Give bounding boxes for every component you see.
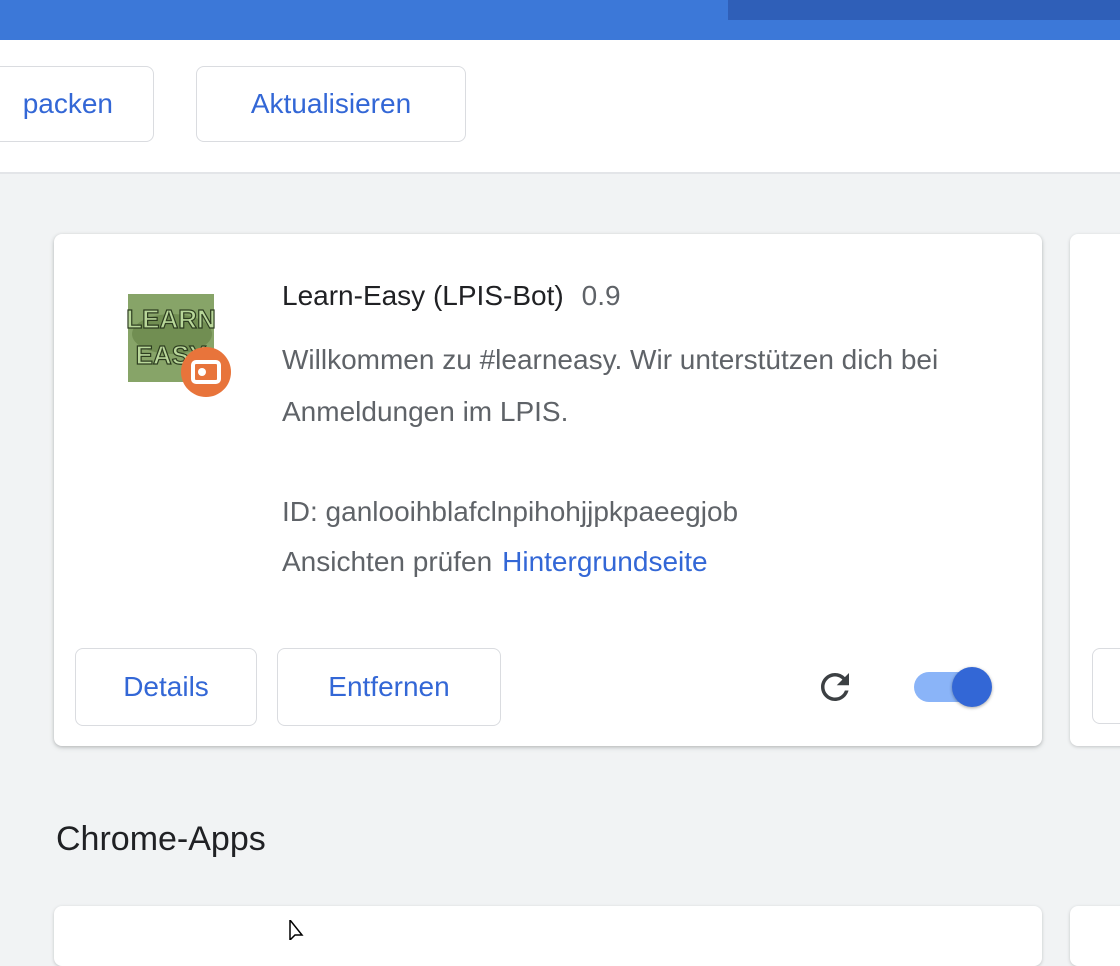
extension-id: ID: ganlooihblafclnpihohjjpkpaeegjob bbox=[282, 496, 739, 527]
extension-name: Learn-Easy (LPIS-Bot) bbox=[282, 280, 564, 311]
mouse-cursor-icon bbox=[289, 920, 304, 940]
developer-toolbar: packen Aktualisieren bbox=[0, 40, 1120, 174]
pack-extension-button[interactable]: packen bbox=[0, 66, 154, 142]
pack-extension-label: packen bbox=[22, 88, 113, 119]
details-button[interactable]: Details bbox=[75, 648, 257, 726]
update-label: Aktualisieren bbox=[250, 88, 412, 119]
update-button[interactable]: Aktualisieren bbox=[196, 66, 466, 142]
logo-text-top: LEARN bbox=[126, 304, 216, 334]
extension-name-row: Learn-Easy (LPIS-Bot) 0.9 bbox=[282, 280, 621, 312]
details-label: Details bbox=[123, 671, 209, 702]
section-title: Chrome-Apps bbox=[56, 820, 266, 858]
app-card bbox=[54, 906, 1042, 966]
inspect-views-label: Ansichten prüfen bbox=[282, 546, 493, 577]
extension-logo-icon: LEARN EASY bbox=[126, 294, 231, 397]
extension-version: 0.9 bbox=[581, 280, 621, 311]
reload-icon[interactable] bbox=[814, 666, 856, 708]
next-app-card bbox=[1070, 906, 1120, 966]
next-extension-card bbox=[1070, 234, 1120, 746]
inspect-views-row: Ansichten prüfen Hintergrundseite bbox=[282, 546, 708, 578]
extension-card: LEARN EASY Learn-Easy (LPIS-Bot) 0.9 Will… bbox=[54, 234, 1042, 746]
enable-toggle[interactable] bbox=[914, 666, 994, 710]
next-card-button[interactable] bbox=[1092, 648, 1120, 724]
top-bar bbox=[0, 0, 1120, 40]
extension-description: Willkommen zu #learneasy. Wir unterstütz… bbox=[282, 344, 939, 427]
top-bar-search-area bbox=[728, 0, 1120, 20]
toggle-knob bbox=[952, 667, 992, 707]
remove-label: Entfernen bbox=[328, 671, 450, 702]
background-page-link[interactable]: Hintergrundseite bbox=[502, 546, 707, 577]
remove-button[interactable]: Entfernen bbox=[277, 648, 501, 726]
